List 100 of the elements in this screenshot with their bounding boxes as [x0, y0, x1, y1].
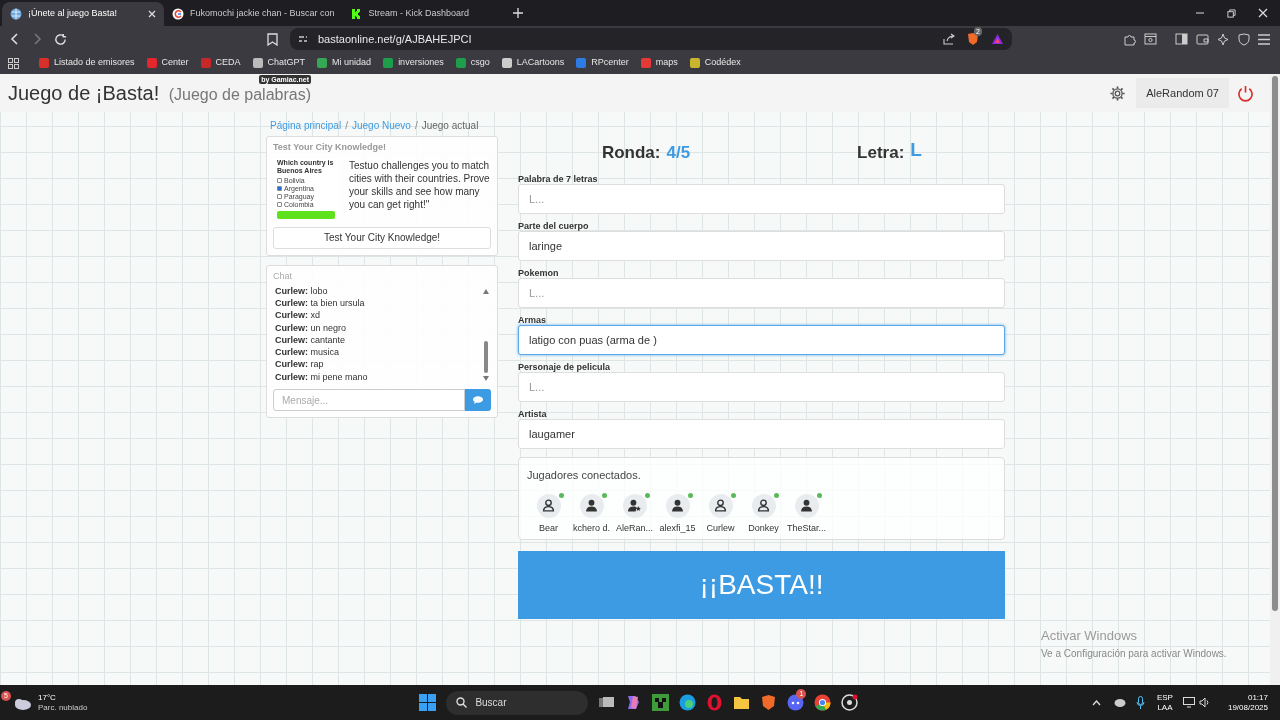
- answer-field[interactable]: laugamer: [518, 419, 1005, 449]
- weather-text: Parc. nublado: [38, 702, 88, 713]
- bookmark[interactable]: LACartoons: [501, 56, 565, 70]
- lion-shield-icon[interactable]: [967, 32, 979, 46]
- letter-value: L: [910, 139, 922, 162]
- player-name: TheStar...: [787, 521, 826, 535]
- breadcrumb-separator: /: [414, 118, 418, 133]
- sidebar-icon[interactable]: [1175, 33, 1188, 45]
- bookmark[interactable]: inversiones: [383, 56, 444, 70]
- page-scrollbar[interactable]: [1270, 74, 1280, 685]
- apps-grid-icon[interactable]: [8, 57, 19, 69]
- field-label: Pokemon: [518, 267, 560, 279]
- forward-icon[interactable]: [32, 33, 42, 45]
- field-label: Parte del cuerpo: [518, 220, 590, 232]
- answer-field[interactable]: L...: [518, 278, 1005, 308]
- bookmark[interactable]: maps: [640, 56, 678, 70]
- browser-tab[interactable]: Fukomochi jackie chan - Buscar con: [164, 2, 343, 26]
- bookmark[interactable]: RPcenter: [576, 56, 629, 70]
- bookmark[interactable]: Mi unidad: [317, 56, 372, 70]
- clock-time[interactable]: 01:17: [1247, 692, 1268, 703]
- bookmark[interactable]: csgo: [455, 56, 490, 70]
- answer-field[interactable]: L...: [518, 184, 1005, 214]
- menu-icon[interactable]: [1258, 33, 1270, 45]
- speech-bubble-icon: [473, 396, 483, 404]
- taskbar-search-field[interactable]: Buscar: [446, 690, 589, 715]
- back-icon[interactable]: [10, 33, 20, 45]
- user-icon: [542, 499, 555, 512]
- creeper-icon[interactable]: [652, 694, 670, 711]
- bookmark[interactable]: CEDA: [200, 56, 241, 70]
- chat-message: Curlew: cantante: [275, 333, 347, 347]
- new-tab-icon[interactable]: [512, 8, 523, 18]
- temperature-text: 17°C: [38, 692, 57, 703]
- user-name-button[interactable]: AleRandom 07: [1136, 78, 1229, 108]
- bookmark[interactable]: Center: [146, 56, 189, 70]
- player-name: kchero d.: [573, 521, 610, 535]
- settings-icon[interactable]: [1109, 84, 1127, 102]
- activation-notice-title: Activar Windows: [1041, 627, 1139, 645]
- chat-message: Curlew: lobo: [275, 284, 329, 297]
- bookmark[interactable]: ChatGPT: [252, 56, 306, 70]
- round-label: Ronda:: [601, 141, 661, 164]
- search-icon: [456, 697, 468, 708]
- reload-icon[interactable]: [54, 32, 67, 46]
- player-name: alexfi_15: [659, 521, 696, 535]
- keyboard-layout-text[interactable]: LAA: [1157, 702, 1173, 713]
- recorder-icon[interactable]: [841, 694, 859, 711]
- breadcrumb-current: Juego actual: [421, 118, 479, 133]
- search-text: Buscar: [475, 696, 507, 710]
- opera-icon[interactable]: [706, 694, 724, 711]
- extensions-icon[interactable]: [1123, 32, 1136, 46]
- restore-icon[interactable]: [1227, 8, 1236, 18]
- chat-title: Chat: [273, 269, 293, 283]
- message-field[interactable]: Mensaje...: [273, 389, 465, 411]
- wallet-icon[interactable]: [1196, 33, 1209, 45]
- network-icon[interactable]: [1182, 697, 1195, 708]
- bookmark[interactable]: Listado de emisores: [39, 56, 135, 70]
- send-button[interactable]: [465, 389, 491, 411]
- breadcrumb-separator: /: [345, 118, 348, 133]
- chevron-up-icon[interactable]: [1091, 699, 1101, 706]
- user-icon: [585, 499, 598, 512]
- triangle-logo-icon[interactable]: [991, 33, 1004, 45]
- chrome-icon[interactable]: [814, 694, 832, 711]
- page-subtitle: (Juego de palabras): [168, 86, 311, 103]
- sparkle-icon[interactable]: [1217, 32, 1230, 46]
- window-search-icon[interactable]: [1144, 33, 1157, 45]
- chat-app-icon[interactable]: [787, 694, 805, 711]
- player-name: AleRan...: [616, 521, 653, 535]
- bookmark[interactable]: Codédex: [689, 56, 741, 70]
- ad-button[interactable]: Test Your City Knowledge!: [273, 226, 491, 249]
- field-label: Palabra de 7 letras: [518, 173, 599, 185]
- clock-date[interactable]: 19/08/2025: [1227, 702, 1268, 713]
- language-text[interactable]: ESP: [1156, 692, 1173, 703]
- site-settings-icon[interactable]: [298, 34, 308, 44]
- ad-description: Testuo challenges you to match cities with their countries. Prove your skills and see how many you can get right!": [349, 158, 491, 212]
- browser-tab[interactable]: Stream - Kick Dashboard: [342, 2, 507, 26]
- lion-browser-icon[interactable]: [760, 694, 778, 711]
- answer-field[interactable]: latigo con puas (arma de ): [518, 325, 1005, 355]
- user-icon: [757, 499, 770, 512]
- vpn-shield-icon[interactable]: [1238, 32, 1250, 46]
- ad-title: Test Your City Knowledge!: [273, 141, 387, 154]
- close-window-icon[interactable]: [1258, 8, 1268, 18]
- bookmark-icon[interactable]: [267, 32, 278, 46]
- g-logo-icon: [172, 8, 184, 20]
- answer-field[interactable]: laringe: [518, 231, 1005, 261]
- power-icon[interactable]: [1237, 84, 1254, 102]
- chat-message: Curlew: un negro: [275, 321, 348, 334]
- letter-label: Letra:: [857, 141, 905, 164]
- scroll-down-icon[interactable]: [483, 376, 489, 381]
- scroll-up-icon[interactable]: [483, 289, 489, 294]
- microphone-icon[interactable]: [1135, 696, 1145, 709]
- edge-icon[interactable]: [679, 694, 697, 711]
- user-icon: [800, 499, 813, 512]
- field-label: Armas: [518, 314, 547, 326]
- folder-icon[interactable]: [733, 694, 751, 711]
- start-icon[interactable]: [419, 694, 437, 711]
- share-icon[interactable]: [943, 33, 955, 45]
- answer-field[interactable]: L...: [518, 372, 1005, 402]
- speaker-icon[interactable]: [1198, 697, 1210, 708]
- browser-tab[interactable]: ¡Únete al juego Basta!: [2, 2, 164, 26]
- close-icon[interactable]: [148, 10, 156, 18]
- chat-message: Curlew: ta bien ursula: [275, 296, 366, 310]
